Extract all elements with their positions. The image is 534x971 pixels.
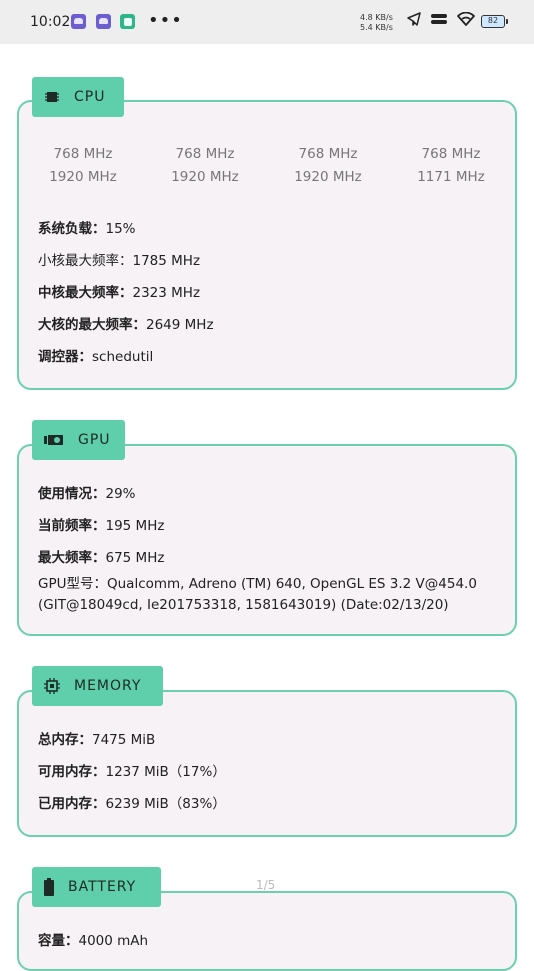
core-max-freq: 1920 MHz xyxy=(171,169,239,185)
core-max-freq: 1920 MHz xyxy=(49,169,117,185)
cpu-mid-max-row: 中核最大频率：2323 MHz xyxy=(38,281,200,301)
signal-icon xyxy=(431,14,447,24)
page-indicator: 1/5 xyxy=(256,878,276,892)
gpu-usage-label: 使用情况： xyxy=(38,486,106,502)
gpu-usage-value: 29% xyxy=(105,486,136,502)
battery-full-icon xyxy=(44,878,54,896)
gpu-max-freq-row: 最大频率：675 MHz xyxy=(38,546,164,566)
cpu-mid-max-label: 中核最大频率： xyxy=(38,285,133,301)
more-notifications-icon: ••• xyxy=(148,10,183,31)
cpu-big-max-label: 大核的最大频率： xyxy=(38,317,146,333)
cpu-load-label: 系统负载： xyxy=(38,221,106,237)
memory-available-label: 可用内存： xyxy=(38,764,106,780)
memory-used-row: 已用内存：6239 MiB（83%） xyxy=(38,792,226,812)
core-freq-1: 768 MHz 1920 MHz xyxy=(155,143,255,189)
memory-used-value: 6239 MiB（83%） xyxy=(105,796,226,812)
gpu-cur-freq-row: 当前频率：195 MHz xyxy=(38,514,164,534)
net-download-speed: 5.4 KB/s xyxy=(360,23,393,32)
cpu-load-value: 15% xyxy=(105,221,136,237)
gpu-cur-freq-label: 当前频率： xyxy=(38,518,106,534)
cpu-chip-icon xyxy=(45,92,59,102)
gpu-max-freq-value: 675 MHz xyxy=(105,550,165,566)
cpu-governor-value: schedutil xyxy=(92,349,154,365)
core-min-freq: 768 MHz xyxy=(298,146,358,162)
cpu-little-max-row: 小核最大频率：1785 MHz xyxy=(38,249,200,269)
battery-level: 82 xyxy=(487,16,499,25)
gpu-title: GPU xyxy=(78,432,111,448)
net-upload-speed: 4.8 KB/s xyxy=(360,13,393,22)
gpu-usage-row: 使用情况：29% xyxy=(38,482,136,502)
gpu-tag: GPU xyxy=(32,420,125,460)
cpu-title: CPU xyxy=(74,89,106,105)
memory-total-value: 7475 MiB xyxy=(92,732,156,748)
core-freq-3: 768 MHz 1171 MHz xyxy=(401,143,501,189)
memory-used-label: 已用内存： xyxy=(38,796,106,812)
memory-title: MEMORY xyxy=(74,678,142,694)
cpu-big-max-value: 2649 MHz xyxy=(146,317,214,333)
memory-available-value: 1237 MiB（17%） xyxy=(105,764,226,780)
memory-chip-icon xyxy=(44,678,60,694)
telegram-icon xyxy=(407,12,421,26)
gamepad-app-icon-2 xyxy=(96,14,111,29)
gpu-card-icon xyxy=(44,435,63,445)
gamepad-app-icon xyxy=(71,14,86,29)
core-freq-0: 768 MHz 1920 MHz xyxy=(33,143,133,189)
cpu-governor-row: 调控器：schedutil xyxy=(38,345,153,365)
cpu-little-max-label: 小核最大频率： xyxy=(38,253,133,269)
battery-icon: 82 xyxy=(481,15,508,28)
battery-capacity-row: 容量：4000 mAh xyxy=(38,929,148,949)
core-freq-2: 768 MHz 1920 MHz xyxy=(278,143,378,189)
status-time: 10:02 xyxy=(30,14,71,30)
battery-capacity-label: 容量： xyxy=(38,933,79,949)
cpu-mid-max-value: 2323 MHz xyxy=(132,285,201,301)
battery-tag: BATTERY xyxy=(32,867,161,907)
core-min-freq: 768 MHz xyxy=(421,146,481,162)
memory-total-label: 总内存： xyxy=(38,732,92,748)
gpu-cur-freq-value: 195 MHz xyxy=(105,518,165,534)
core-max-freq: 1171 MHz xyxy=(417,169,485,185)
gpu-model-row: GPU型号：Qualcomm, Adreno (TM) 640, OpenGL … xyxy=(38,574,498,616)
memory-tag: MEMORY xyxy=(32,666,163,706)
battery-title: BATTERY xyxy=(68,879,137,895)
wifi-icon xyxy=(457,12,475,26)
gpu-model-label: GPU型号： xyxy=(38,576,107,592)
core-min-freq: 768 MHz xyxy=(175,146,235,162)
cpu-load-row: 系统负载：15% xyxy=(38,217,136,237)
status-icons xyxy=(407,12,475,26)
memory-total-row: 总内存：7475 MiB xyxy=(38,728,155,748)
status-bar: 10:02 ••• 4.8 KB/s 5.4 KB/s 82 xyxy=(0,0,534,44)
core-max-freq: 1920 MHz xyxy=(294,169,362,185)
network-speed: 4.8 KB/s 5.4 KB/s xyxy=(360,13,393,33)
core-min-freq: 768 MHz xyxy=(53,146,113,162)
cpu-little-max-value: 1785 MHz xyxy=(132,253,201,269)
gpu-max-freq-label: 最大频率： xyxy=(38,550,106,566)
cpu-governor-label: 调控器： xyxy=(38,349,92,365)
gallery-app-icon xyxy=(120,14,135,29)
cpu-big-max-row: 大核的最大频率：2649 MHz xyxy=(38,313,214,333)
cpu-tag: CPU xyxy=(32,77,124,117)
memory-available-row: 可用内存：1237 MiB（17%） xyxy=(38,760,226,780)
battery-capacity-value: 4000 mAh xyxy=(78,933,149,949)
